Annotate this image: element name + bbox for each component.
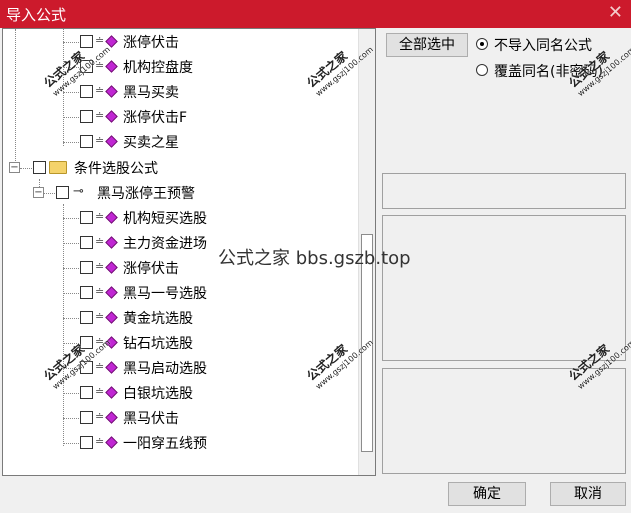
formula-icon (105, 286, 118, 299)
subgroup-checkbox[interactable] (56, 186, 69, 199)
tree-item[interactable]: ≐ 白银坑选股 (3, 382, 343, 404)
formula-icon (105, 261, 118, 274)
item-checkbox[interactable] (80, 436, 93, 449)
tree-subgroup[interactable]: − ⊸ 黑马涨停王预警 (3, 182, 343, 204)
item-checkbox[interactable] (80, 35, 93, 48)
title-bar: 导入公式 ✕ (0, 0, 631, 28)
tree-item-label: 主力资金进场 (123, 236, 207, 252)
info-field (382, 173, 626, 209)
no-import-label[interactable]: 不导入同名公式 (494, 35, 592, 55)
tree-item[interactable]: ≐ 机构控盘度 (3, 56, 343, 78)
folder-icon (49, 161, 67, 174)
formula-icon (105, 236, 118, 249)
formula-icon (105, 386, 118, 399)
tree-item-label: 涨停伏击 (123, 261, 179, 277)
no-import-radio[interactable] (476, 38, 488, 50)
tree-item-label: 涨停伏击 (123, 35, 179, 51)
item-glyph: ≐ (95, 410, 105, 423)
tree-item[interactable]: ≐ 涨停伏击 (3, 31, 343, 53)
ok-button[interactable]: 确定 (448, 482, 526, 506)
overwrite-label[interactable]: 覆盖同名(非密码) (494, 61, 603, 81)
center-watermark: 公式之家 bbs.gszb.top (218, 248, 411, 269)
collapse-toggle[interactable]: − (9, 162, 20, 173)
tree-item-label: 白银坑选股 (123, 386, 193, 402)
item-glyph: ≐ (95, 34, 105, 47)
detail-pane (382, 368, 626, 474)
collapse-toggle[interactable]: − (33, 187, 44, 198)
overwrite-radio[interactable] (476, 64, 488, 76)
tree-item[interactable]: ≐ 一阳穿五线预 (3, 432, 343, 454)
formula-icon (105, 110, 118, 123)
tree-item-label: 买卖之星 (123, 135, 179, 151)
formula-icon (105, 411, 118, 424)
item-checkbox[interactable] (80, 85, 93, 98)
tree-item[interactable]: ≐ 黑马伏击 (3, 407, 343, 429)
description-pane (382, 215, 626, 361)
tree-item-label: 钻石坑选股 (123, 336, 193, 352)
item-glyph: ≐ (95, 260, 105, 273)
item-checkbox[interactable] (80, 211, 93, 224)
item-checkbox[interactable] (80, 110, 93, 123)
formula-icon (105, 60, 118, 73)
item-checkbox[interactable] (80, 361, 93, 374)
window-title: 导入公式 (6, 6, 67, 24)
item-checkbox[interactable] (80, 60, 93, 73)
formula-icon (105, 135, 118, 148)
item-checkbox[interactable] (80, 135, 93, 148)
formula-icon (105, 85, 118, 98)
item-glyph: ≐ (95, 285, 105, 298)
formula-icon (105, 311, 118, 324)
tree-item-label: 一阳穿五线预 (123, 436, 207, 452)
tree-item[interactable]: ≐ 黄金坑选股 (3, 307, 343, 329)
formula-icon (105, 361, 118, 374)
formula-icon (105, 35, 118, 48)
item-glyph: ≐ (95, 109, 105, 122)
item-checkbox[interactable] (80, 236, 93, 249)
subgroup-label: 黑马涨停王预警 (97, 186, 195, 202)
tree-item-label: 机构控盘度 (123, 60, 193, 76)
tree-item-label: 黑马启动选股 (123, 361, 207, 377)
item-glyph: ≐ (95, 335, 105, 348)
item-glyph: ≐ (95, 84, 105, 97)
tree-item[interactable]: ≐ 买卖之星 (3, 131, 343, 153)
tree-item[interactable]: ≐ 机构短买选股 (3, 207, 343, 229)
item-checkbox[interactable] (80, 286, 93, 299)
formula-icon (105, 436, 118, 449)
item-checkbox[interactable] (80, 261, 93, 274)
group-checkbox[interactable] (33, 161, 46, 174)
item-glyph: ≐ (95, 385, 105, 398)
tree-item[interactable]: ≐ 涨停伏击F (3, 106, 343, 128)
tree-group[interactable]: − 条件选股公式 (3, 157, 343, 179)
select-all-button[interactable]: 全部选中 (386, 33, 468, 57)
item-checkbox[interactable] (80, 336, 93, 349)
item-glyph: ≐ (95, 435, 105, 448)
item-checkbox[interactable] (80, 386, 93, 399)
tree-item-label: 黑马一号选股 (123, 286, 207, 302)
formula-icon (105, 211, 118, 224)
key-icon: ⊸ (73, 184, 84, 199)
tree-item-label: 机构短买选股 (123, 211, 207, 227)
tree-item[interactable]: ≐ 钻石坑选股 (3, 332, 343, 354)
tree-item-label: 涨停伏击F (123, 110, 188, 126)
close-icon[interactable]: ✕ (608, 2, 623, 23)
tree-item[interactable]: ≐ 黑马启动选股 (3, 357, 343, 379)
item-glyph: ≐ (95, 134, 105, 147)
cancel-button[interactable]: 取消 (550, 482, 626, 506)
item-glyph: ≐ (95, 210, 105, 223)
tree-item[interactable]: ≐ 黑马一号选股 (3, 282, 343, 304)
formula-icon (105, 336, 118, 349)
item-glyph: ≐ (95, 310, 105, 323)
tree-item[interactable]: ≐ 黑马买卖 (3, 81, 343, 103)
item-checkbox[interactable] (80, 411, 93, 424)
item-glyph: ≐ (95, 360, 105, 373)
tree-item-label: 黑马买卖 (123, 85, 179, 101)
group-label: 条件选股公式 (74, 161, 158, 177)
tree-item-label: 黄金坑选股 (123, 311, 193, 327)
item-checkbox[interactable] (80, 311, 93, 324)
tree-item-label: 黑马伏击 (123, 411, 179, 427)
item-glyph: ≐ (95, 235, 105, 248)
item-glyph: ≐ (95, 59, 105, 72)
